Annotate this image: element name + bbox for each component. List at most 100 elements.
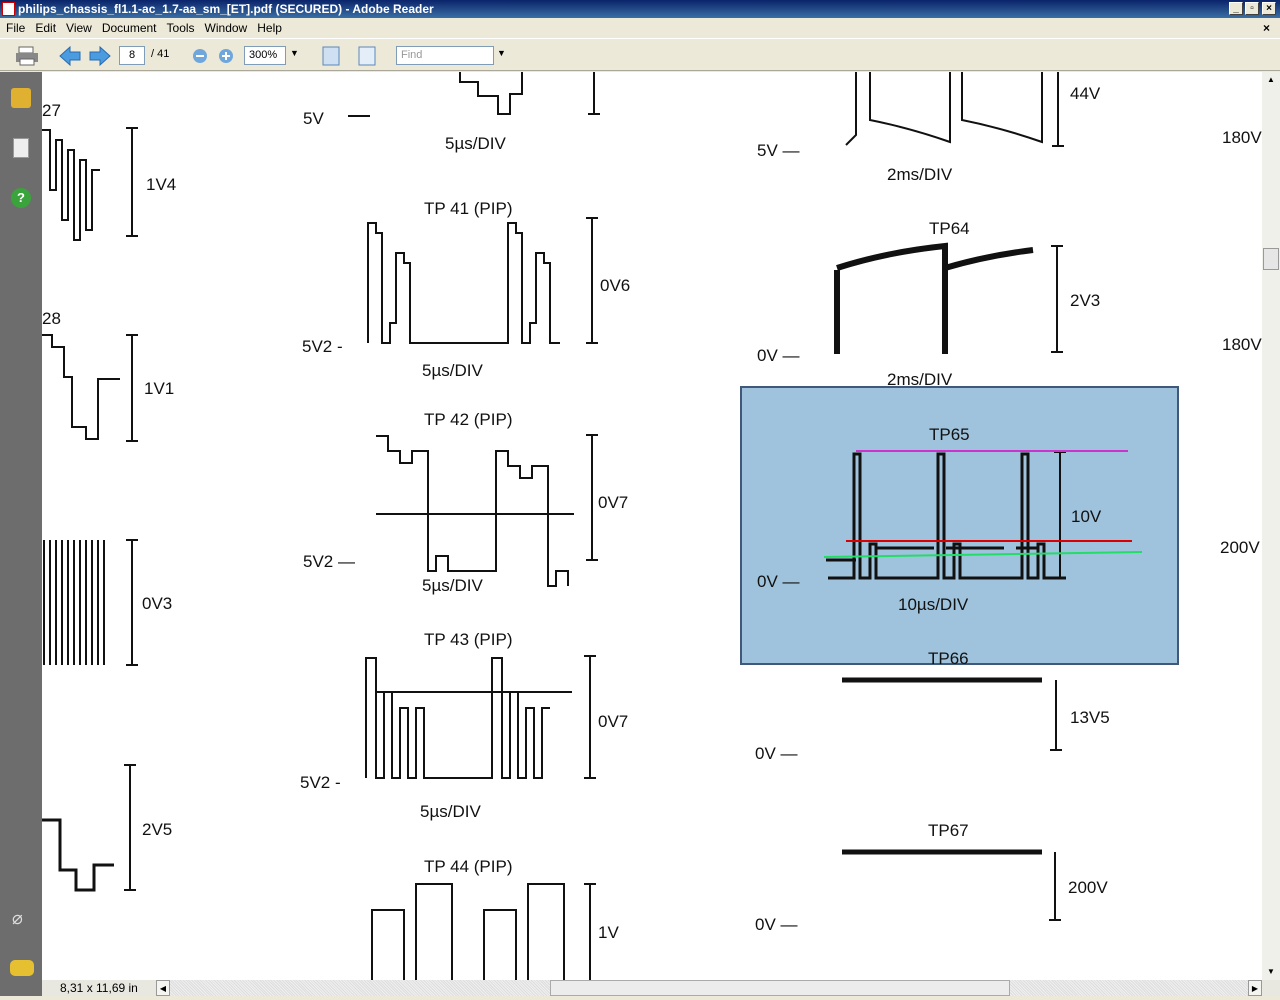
label: 0V6 (600, 276, 630, 295)
waveform (42, 129, 100, 241)
scroll-down-icon[interactable]: ▼ (1262, 964, 1280, 980)
amplitude-arrow (1050, 680, 1062, 751)
find-dropdown-icon[interactable]: ▼ (497, 48, 506, 58)
label: 44V (1070, 84, 1101, 103)
status-bar: 8,31 x 11,69 in ◀ ▶ (42, 980, 1280, 996)
scroll-left-icon[interactable]: ◀ (156, 980, 170, 996)
waveform (365, 657, 572, 779)
page-number-input[interactable]: 8 (119, 46, 145, 65)
toolbar: 8 / 41 300% ▼ Find ▼ (0, 38, 1280, 71)
label: 5V — (757, 141, 800, 160)
waveform (845, 72, 1043, 146)
close-button[interactable]: × (1262, 2, 1276, 15)
waveform (348, 72, 523, 117)
amplitude-arrow (584, 655, 596, 779)
label: TP 41 (PIP) (424, 199, 513, 218)
zoom-in-icon[interactable] (218, 48, 234, 64)
label: TP 44 (PIP) (424, 857, 513, 876)
amplitude-arrow (126, 539, 138, 666)
label: 200V (1220, 538, 1260, 557)
pages-icon[interactable] (13, 138, 29, 158)
scroll-up-icon[interactable]: ▲ (1262, 72, 1280, 88)
label: 5V2 - (302, 337, 343, 356)
waveform (376, 435, 574, 587)
waveform (367, 222, 560, 344)
label: 0V — (755, 915, 798, 934)
menu-bar: File Edit View Document Tools Window Help × (0, 18, 1280, 38)
label: 5V2 — (303, 552, 355, 571)
minimize-button[interactable]: _ (1229, 2, 1243, 15)
waveform (371, 883, 565, 980)
menu-tools[interactable]: Tools (167, 21, 195, 35)
menu-help[interactable]: Help (257, 21, 282, 35)
label: 0V — (757, 346, 800, 365)
attachment-icon[interactable]: ⌀ (12, 908, 30, 928)
zoom-dropdown-icon[interactable]: ▼ (290, 48, 299, 58)
zoom-out-icon[interactable] (192, 48, 208, 64)
label: 1V (598, 923, 619, 942)
label: 13V5 (1070, 708, 1110, 727)
label: TP64 (929, 219, 970, 238)
menu-edit[interactable]: Edit (35, 21, 56, 35)
label: 28 (42, 309, 61, 328)
vertical-scroll-thumb[interactable] (1263, 248, 1279, 270)
next-page-icon[interactable] (88, 45, 112, 67)
waveform (42, 334, 120, 440)
label: TP 42 (PIP) (424, 410, 513, 429)
label: TP67 (928, 821, 969, 840)
label: 0V3 (142, 594, 172, 613)
label: TP66 (928, 649, 969, 668)
menu-document[interactable]: Document (102, 21, 157, 35)
waveform (834, 242, 1034, 354)
pdf-icon (2, 2, 15, 16)
menu-file[interactable]: File (6, 21, 25, 35)
find-input[interactable]: Find (396, 46, 494, 65)
print-icon[interactable] (14, 45, 40, 67)
amplitude-arrow (588, 72, 600, 115)
label: 5µs/DIV (420, 802, 481, 821)
label: 5V2 - (300, 773, 341, 792)
horizontal-scrollbar[interactable] (170, 980, 1262, 996)
label: 0V — (757, 572, 800, 591)
amplitude-arrow (1052, 72, 1064, 147)
label: 180V (1222, 128, 1262, 147)
amplitude-arrow (126, 334, 138, 442)
label: 5µs/DIV (445, 134, 506, 153)
lock-icon[interactable] (11, 88, 31, 108)
horizontal-scroll-thumb[interactable] (550, 980, 1010, 996)
amplitude-arrow (124, 764, 136, 891)
label: 200V (1068, 878, 1108, 897)
amplitude-arrow (126, 127, 138, 237)
scroll-right-icon[interactable]: ▶ (1248, 980, 1262, 996)
document-close-icon[interactable]: × (1263, 18, 1270, 38)
label: 1V1 (144, 379, 174, 398)
fit-page-icon[interactable] (356, 45, 378, 67)
label: 180V (1222, 335, 1262, 354)
comments-icon[interactable] (10, 960, 34, 976)
previous-page-icon[interactable] (58, 45, 82, 67)
label: 0V7 (598, 493, 628, 512)
page-size: 8,31 x 11,69 in (60, 981, 138, 995)
label: 2V3 (1070, 291, 1100, 310)
label: 5µs/DIV (422, 576, 483, 595)
zoom-level-input[interactable]: 300% (244, 46, 286, 65)
vertical-scrollbar[interactable]: ▲ ▼ (1262, 72, 1280, 980)
amplitude-arrow (1049, 852, 1061, 921)
restore-button[interactable]: ▫ (1245, 2, 1259, 15)
label: 0V7 (598, 712, 628, 731)
menu-window[interactable]: Window (205, 21, 248, 35)
waveform (42, 818, 114, 892)
title-bar: philips_chassis_fl1.1-ac_1.7-aa_sm_[ET].… (0, 0, 1280, 18)
highlight-box: TP65 10V 0V — 10µs/DIV TP66 (740, 386, 1179, 668)
help-icon[interactable]: ? (11, 188, 31, 208)
fit-width-icon[interactable] (320, 45, 342, 67)
amplitude-arrow (586, 434, 598, 561)
label: 2V5 (142, 820, 172, 839)
waveform (43, 540, 105, 665)
label: 10µs/DIV (898, 595, 969, 614)
navigation-panel: ? ⌀ (0, 72, 42, 996)
label: 5µs/DIV (422, 361, 483, 380)
menu-view[interactable]: View (66, 21, 92, 35)
label: 2ms/DIV (887, 165, 953, 184)
amplitude-arrow (586, 217, 598, 344)
